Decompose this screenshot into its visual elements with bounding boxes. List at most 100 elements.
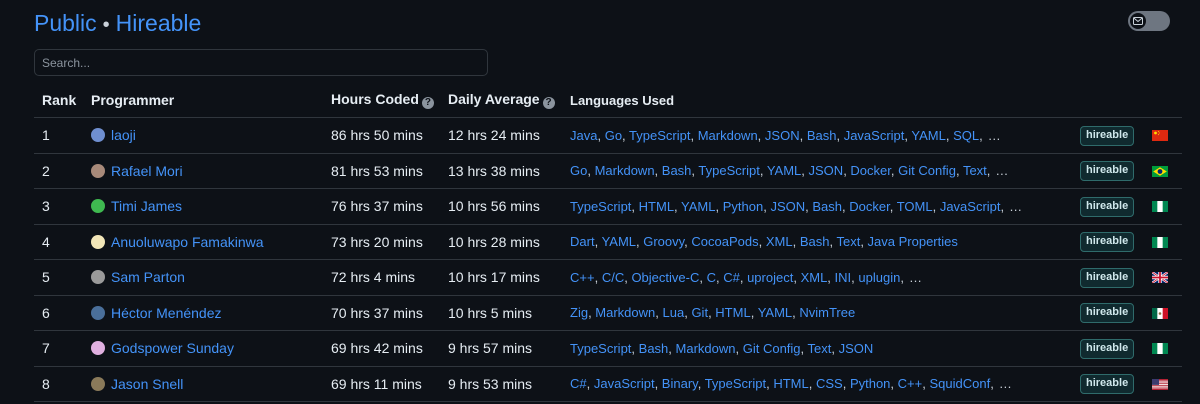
language-link[interactable]: Python (850, 376, 890, 391)
hireable-badge: hireable (1080, 303, 1135, 324)
language-link[interactable]: JSON (770, 199, 805, 214)
programmer-name-link[interactable]: Godspower Sunday (111, 340, 234, 356)
programmer-name-link[interactable]: Héctor Menéndez (111, 305, 222, 321)
language-link[interactable]: Bash (812, 199, 842, 214)
language-link[interactable]: Dart (570, 234, 595, 249)
language-link[interactable]: TOML (897, 199, 933, 214)
language-link[interactable]: JSON (809, 163, 844, 178)
more-languages-ellipsis[interactable]: … (988, 128, 1001, 143)
language-link[interactable]: uplugin (858, 270, 900, 285)
language-link[interactable]: INI (835, 270, 852, 285)
language-link[interactable]: Lua (663, 305, 685, 320)
language-link[interactable]: HTML (715, 305, 750, 320)
more-languages-ellipsis[interactable]: … (909, 270, 922, 285)
public-link[interactable]: Public (34, 10, 97, 36)
language-link[interactable]: Docker (850, 163, 890, 178)
language-link[interactable]: C++ (570, 270, 595, 285)
avatar[interactable] (91, 376, 105, 391)
language-link[interactable]: NvimTree (799, 305, 855, 320)
language-link[interactable]: JSON (765, 128, 800, 143)
language-link[interactable]: HTML (773, 376, 808, 391)
language-link[interactable]: JSON (839, 341, 874, 356)
programmer-name-link[interactable]: Anuoluwapo Famakinwa (111, 234, 264, 250)
language-link[interactable]: XML (766, 234, 793, 249)
language-link[interactable]: Binary (662, 376, 698, 391)
language-link[interactable]: Java (570, 128, 597, 143)
more-languages-ellipsis[interactable]: … (1009, 199, 1022, 214)
programmer-name-link[interactable]: Rafael Mori (111, 163, 183, 179)
hireable-link[interactable]: Hireable (116, 10, 202, 36)
language-link[interactable]: Bash (639, 341, 669, 356)
comma-separator: , (808, 376, 816, 392)
language-link[interactable]: Markdown (595, 305, 655, 320)
language-link[interactable]: Text (808, 341, 832, 356)
language-link[interactable]: TypeScript (570, 341, 631, 356)
language-link[interactable]: YAML (681, 199, 715, 214)
language-link[interactable]: CocoaPods (691, 234, 758, 249)
language-link[interactable]: C (707, 270, 716, 285)
daily-average-cell: 12 hrs 24 mins (448, 117, 570, 154)
language-link[interactable]: C++ (898, 376, 923, 391)
language-link[interactable]: CSS (816, 376, 843, 391)
language-link[interactable]: JavaScript (844, 128, 905, 143)
language-link[interactable]: Markdown (595, 163, 655, 178)
more-languages-ellipsis[interactable]: … (999, 376, 1012, 391)
help-icon[interactable]: ? (542, 97, 555, 109)
language-link[interactable]: TypeScript (570, 199, 631, 214)
programmer-name-link[interactable]: laoji (111, 127, 136, 143)
help-icon[interactable]: ? (421, 97, 434, 109)
language-link[interactable]: Python (723, 199, 763, 214)
language-link[interactable]: YAML (911, 128, 945, 143)
avatar[interactable] (91, 163, 105, 178)
avatar[interactable] (91, 199, 105, 214)
language-link[interactable]: HTML (639, 199, 674, 214)
language-link[interactable]: JavaScript (594, 376, 655, 391)
language-link[interactable]: Docker (849, 199, 889, 214)
language-link[interactable]: YAML (602, 234, 636, 249)
language-link[interactable]: SQL (953, 128, 979, 143)
language-link[interactable]: C# (570, 376, 587, 391)
search-input[interactable] (34, 49, 488, 76)
language-link[interactable]: Bash (662, 163, 692, 178)
programmer-name-link[interactable]: Timi James (111, 198, 182, 214)
language-link[interactable]: SquidConf (929, 376, 990, 391)
avatar[interactable] (91, 270, 105, 285)
rank-cell: 6 (34, 295, 91, 331)
language-link[interactable]: YAML (758, 305, 792, 320)
language-link[interactable]: Objective-C (631, 270, 699, 285)
language-link[interactable]: Bash (800, 234, 830, 249)
email-toggle[interactable] (1128, 11, 1170, 31)
avatar[interactable] (91, 305, 105, 320)
languages-cell: TypeScript, Bash, Markdown, Git Config, … (570, 330, 1080, 367)
language-link[interactable]: Go (570, 163, 587, 178)
language-link[interactable]: Git Config (743, 341, 801, 356)
language-link[interactable]: Markdown (676, 341, 736, 356)
language-link[interactable]: TypeScript (705, 376, 766, 391)
programmer-name-link[interactable]: Sam Parton (111, 269, 185, 285)
language-link[interactable]: Groovy (643, 234, 684, 249)
language-link[interactable]: TypeScript (629, 128, 690, 143)
language-link[interactable]: Text (963, 163, 987, 178)
more-languages-ellipsis[interactable]: … (995, 163, 1008, 178)
language-link[interactable]: TypeScript (698, 163, 759, 178)
avatar[interactable] (91, 128, 105, 143)
language-link[interactable]: Text (836, 234, 860, 249)
language-link[interactable]: C/C (602, 270, 624, 285)
language-link[interactable]: Java Properties (868, 234, 958, 249)
language-link[interactable]: Markdown (698, 128, 758, 143)
flag-cell (1152, 117, 1182, 154)
language-link[interactable]: Zig (570, 305, 588, 320)
avatar[interactable] (91, 234, 105, 249)
language-link[interactable]: XML (801, 270, 828, 285)
language-link[interactable]: YAML (767, 163, 801, 178)
language-link[interactable]: C# (723, 270, 740, 285)
language-link[interactable]: uproject (747, 270, 793, 285)
language-link[interactable]: Git Config (898, 163, 956, 178)
programmer-name-link[interactable]: Jason Snell (111, 376, 183, 392)
language-link[interactable]: Go (605, 128, 622, 143)
language-link[interactable]: Bash (807, 128, 837, 143)
programmer-cell: Timi James (91, 188, 331, 225)
language-link[interactable]: JavaScript (940, 199, 1001, 214)
avatar[interactable] (91, 341, 105, 356)
language-link[interactable]: Git (691, 305, 708, 320)
